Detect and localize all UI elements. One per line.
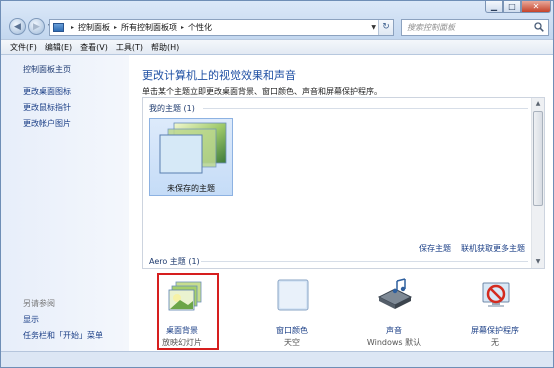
sounds-value: Windows 默认 — [366, 338, 422, 347]
menu-edit[interactable]: 编辑(E) — [45, 42, 72, 53]
save-theme-link[interactable]: 保存主题 — [419, 243, 451, 254]
address-dropdown-icon[interactable]: ▼ — [371, 20, 376, 35]
page-description: 单击某个主题立即更改桌面背景、窗口颜色、声音和屏幕保护程序。 — [142, 87, 382, 96]
window-color-label: 窗口颜色 — [276, 326, 308, 335]
group-divider — [201, 261, 528, 262]
see-also-heading: 另请参阅 — [23, 299, 55, 308]
search-input[interactable]: 搜索控制面板 — [401, 19, 549, 36]
window-color-value: 天空 — [284, 338, 300, 347]
theme-list-scrollbar[interactable]: ▲ ▼ — [531, 98, 544, 268]
unsaved-theme-tile[interactable]: 未保存的主题 — [149, 118, 233, 196]
sound-icon — [377, 278, 413, 309]
window-color-icon — [277, 279, 309, 311]
address-bar[interactable]: ▸ 控制面板 ▸ 所有控制面板项 ▸ 个性化 ▼ ↻ — [49, 19, 394, 36]
title-bar: ▁ □ ✕ ◀ ▶ ▼ ▸ 控制面板 ▸ 所有控制面板项 ▸ 个性化 ▼ ↻ 搜… — [1, 1, 553, 39]
change-account-picture-link[interactable]: 更改帐户图片 — [23, 118, 71, 129]
back-arrow-icon[interactable]: ◀ — [9, 18, 26, 35]
scroll-down-icon[interactable]: ▼ — [532, 256, 544, 268]
minimize-button[interactable]: ▁ — [485, 1, 503, 13]
close-button[interactable]: ✕ — [521, 1, 551, 13]
theme-preview-image — [159, 122, 227, 174]
desktop-background-highlight — [157, 273, 219, 350]
taskbar-start-menu-link[interactable]: 任务栏和「开始」菜单 — [23, 330, 103, 341]
search-placeholder: 搜索控制面板 — [407, 23, 455, 32]
window-controls: ▁ □ ✕ — [485, 1, 551, 13]
control-panel-home-link[interactable]: 控制面板主页 — [23, 64, 71, 75]
screen-saver-label: 屏幕保护程序 — [471, 326, 519, 335]
breadcrumb-personalization[interactable]: 个性化 — [188, 22, 212, 33]
change-desktop-icons-link[interactable]: 更改桌面图标 — [23, 86, 71, 97]
get-more-themes-online-link[interactable]: 联机获取更多主题 — [461, 243, 525, 254]
breadcrumb-separator[interactable]: ▸ — [114, 24, 117, 31]
maximize-button[interactable]: □ — [503, 1, 521, 13]
screen-saver-value: 无 — [491, 338, 499, 347]
change-mouse-pointers-link[interactable]: 更改鼠标指针 — [23, 102, 71, 113]
scrollbar-thumb[interactable] — [533, 111, 543, 206]
menu-tools[interactable]: 工具(T) — [116, 42, 143, 53]
scroll-up-icon[interactable]: ▲ — [532, 98, 544, 110]
personalization-window: ▁ □ ✕ ◀ ▶ ▼ ▸ 控制面板 ▸ 所有控制面板项 ▸ 个性化 ▼ ↻ 搜… — [0, 0, 554, 368]
sounds-button[interactable]: 声音 Windows 默认 — [354, 273, 434, 349]
screensaver-icon — [482, 282, 510, 307]
breadcrumb-all-items[interactable]: 所有控制面板项 — [121, 22, 177, 33]
group-divider — [203, 108, 528, 109]
menu-view[interactable]: 查看(V) — [80, 42, 108, 53]
unsaved-theme-label: 未保存的主题 — [167, 184, 215, 193]
screen-saver-button[interactable]: 屏幕保护程序 无 — [455, 273, 535, 349]
content-area: 控制面板主页 更改桌面图标 更改鼠标指针 更改帐户图片 另请参阅 显示 任务栏和… — [1, 55, 553, 351]
status-bar — [1, 351, 553, 367]
sounds-label: 声音 — [386, 326, 402, 335]
navigation-buttons: ◀ ▶ ▼ — [9, 18, 53, 35]
window-color-button[interactable]: 窗口颜色 天空 — [252, 273, 332, 349]
task-pane: 控制面板主页 更改桌面图标 更改鼠标指针 更改帐户图片 另请参阅 显示 任务栏和… — [1, 55, 129, 351]
menu-help[interactable]: 帮助(H) — [151, 42, 179, 53]
page-title: 更改计算机上的视觉效果和声音 — [142, 69, 296, 82]
search-icon[interactable] — [534, 22, 544, 32]
breadcrumb-separator[interactable]: ▸ — [71, 24, 74, 31]
breadcrumb-control-panel[interactable]: 控制面板 — [78, 22, 110, 33]
my-themes-group-label: 我的主题 (1) — [149, 104, 195, 113]
display-link[interactable]: 显示 — [23, 314, 39, 325]
breadcrumb-separator[interactable]: ▸ — [181, 24, 184, 31]
menu-bar: 文件(F) 编辑(E) 查看(V) 工具(T) 帮助(H) — [1, 39, 553, 55]
menu-file[interactable]: 文件(F) — [10, 42, 37, 53]
control-panel-icon — [53, 23, 64, 32]
theme-list: 我的主题 (1) 未保存的主题 保存主题 联机获取更多主题 Aero 主题 (1… — [142, 97, 545, 269]
refresh-icon[interactable]: ↻ — [378, 20, 393, 35]
forward-arrow-icon[interactable]: ▶ — [28, 18, 45, 35]
aero-themes-group-label: Aero 主题 (1) — [149, 257, 200, 266]
